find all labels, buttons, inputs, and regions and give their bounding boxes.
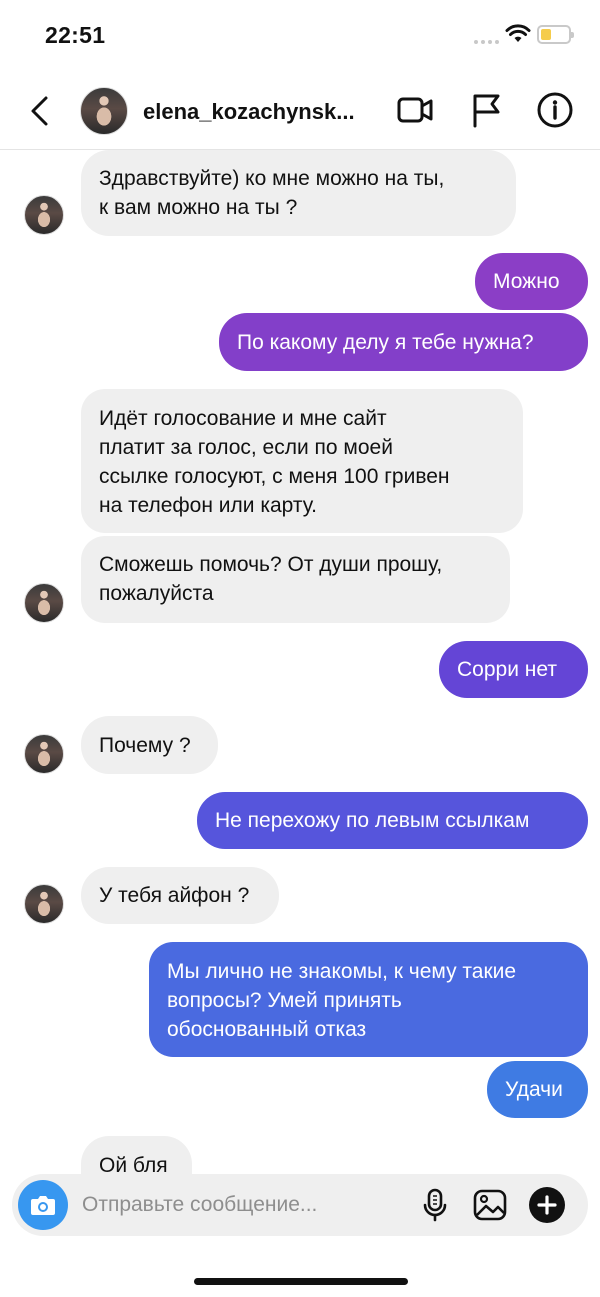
status-time: 22:51 bbox=[45, 22, 106, 48]
status-bar: 22:51 bbox=[0, 0, 600, 72]
message-input[interactable] bbox=[82, 1188, 412, 1222]
message-incoming[interactable]: Почему ? bbox=[81, 716, 218, 774]
camera-button[interactable] bbox=[18, 1180, 68, 1230]
contact-username[interactable]: elena_kozachynsk... bbox=[143, 99, 381, 125]
sender-avatar[interactable] bbox=[24, 195, 64, 235]
microphone-icon[interactable] bbox=[416, 1186, 454, 1224]
message-incoming[interactable]: У тебя айфон ? bbox=[81, 867, 279, 924]
message-incoming[interactable]: Сможешь помочь? От души прошу, пожалуйст… bbox=[81, 536, 510, 623]
sender-avatar[interactable] bbox=[24, 884, 64, 924]
add-plus-icon[interactable] bbox=[528, 1186, 566, 1224]
video-call-icon[interactable] bbox=[395, 90, 435, 130]
sender-avatar[interactable] bbox=[24, 583, 64, 623]
camera-icon bbox=[31, 1196, 55, 1215]
battery-icon bbox=[537, 25, 574, 44]
message-outgoing[interactable]: Сорри нет bbox=[439, 641, 588, 698]
gallery-icon[interactable] bbox=[471, 1186, 509, 1224]
message-outgoing[interactable]: Мы лично не знакомы, к чему такие вопрос… bbox=[149, 942, 588, 1057]
sender-avatar[interactable] bbox=[24, 734, 64, 774]
message-outgoing[interactable]: Удачи bbox=[487, 1061, 588, 1118]
wifi-icon bbox=[505, 24, 531, 42]
message-outgoing[interactable]: Не перехожу по левым ссылкам bbox=[197, 792, 588, 849]
message-incoming[interactable]: Здравствуйте) ко мне можно на ты, к вам … bbox=[81, 150, 516, 236]
cellular-signal-icon bbox=[474, 40, 499, 44]
chat-header: elena_kozachynsk... bbox=[0, 72, 600, 150]
contact-avatar[interactable] bbox=[80, 87, 128, 135]
message-incoming[interactable]: Идёт голосование и мне сайт платит за го… bbox=[81, 389, 523, 533]
message-composer bbox=[12, 1174, 588, 1236]
flag-icon[interactable] bbox=[466, 90, 506, 130]
home-indicator[interactable] bbox=[194, 1278, 408, 1285]
message-outgoing[interactable]: По какому делу я тебе нужна? bbox=[219, 313, 588, 371]
back-chevron-icon[interactable] bbox=[24, 92, 58, 130]
message-outgoing[interactable]: Можно bbox=[475, 253, 588, 310]
info-icon[interactable] bbox=[535, 90, 575, 130]
